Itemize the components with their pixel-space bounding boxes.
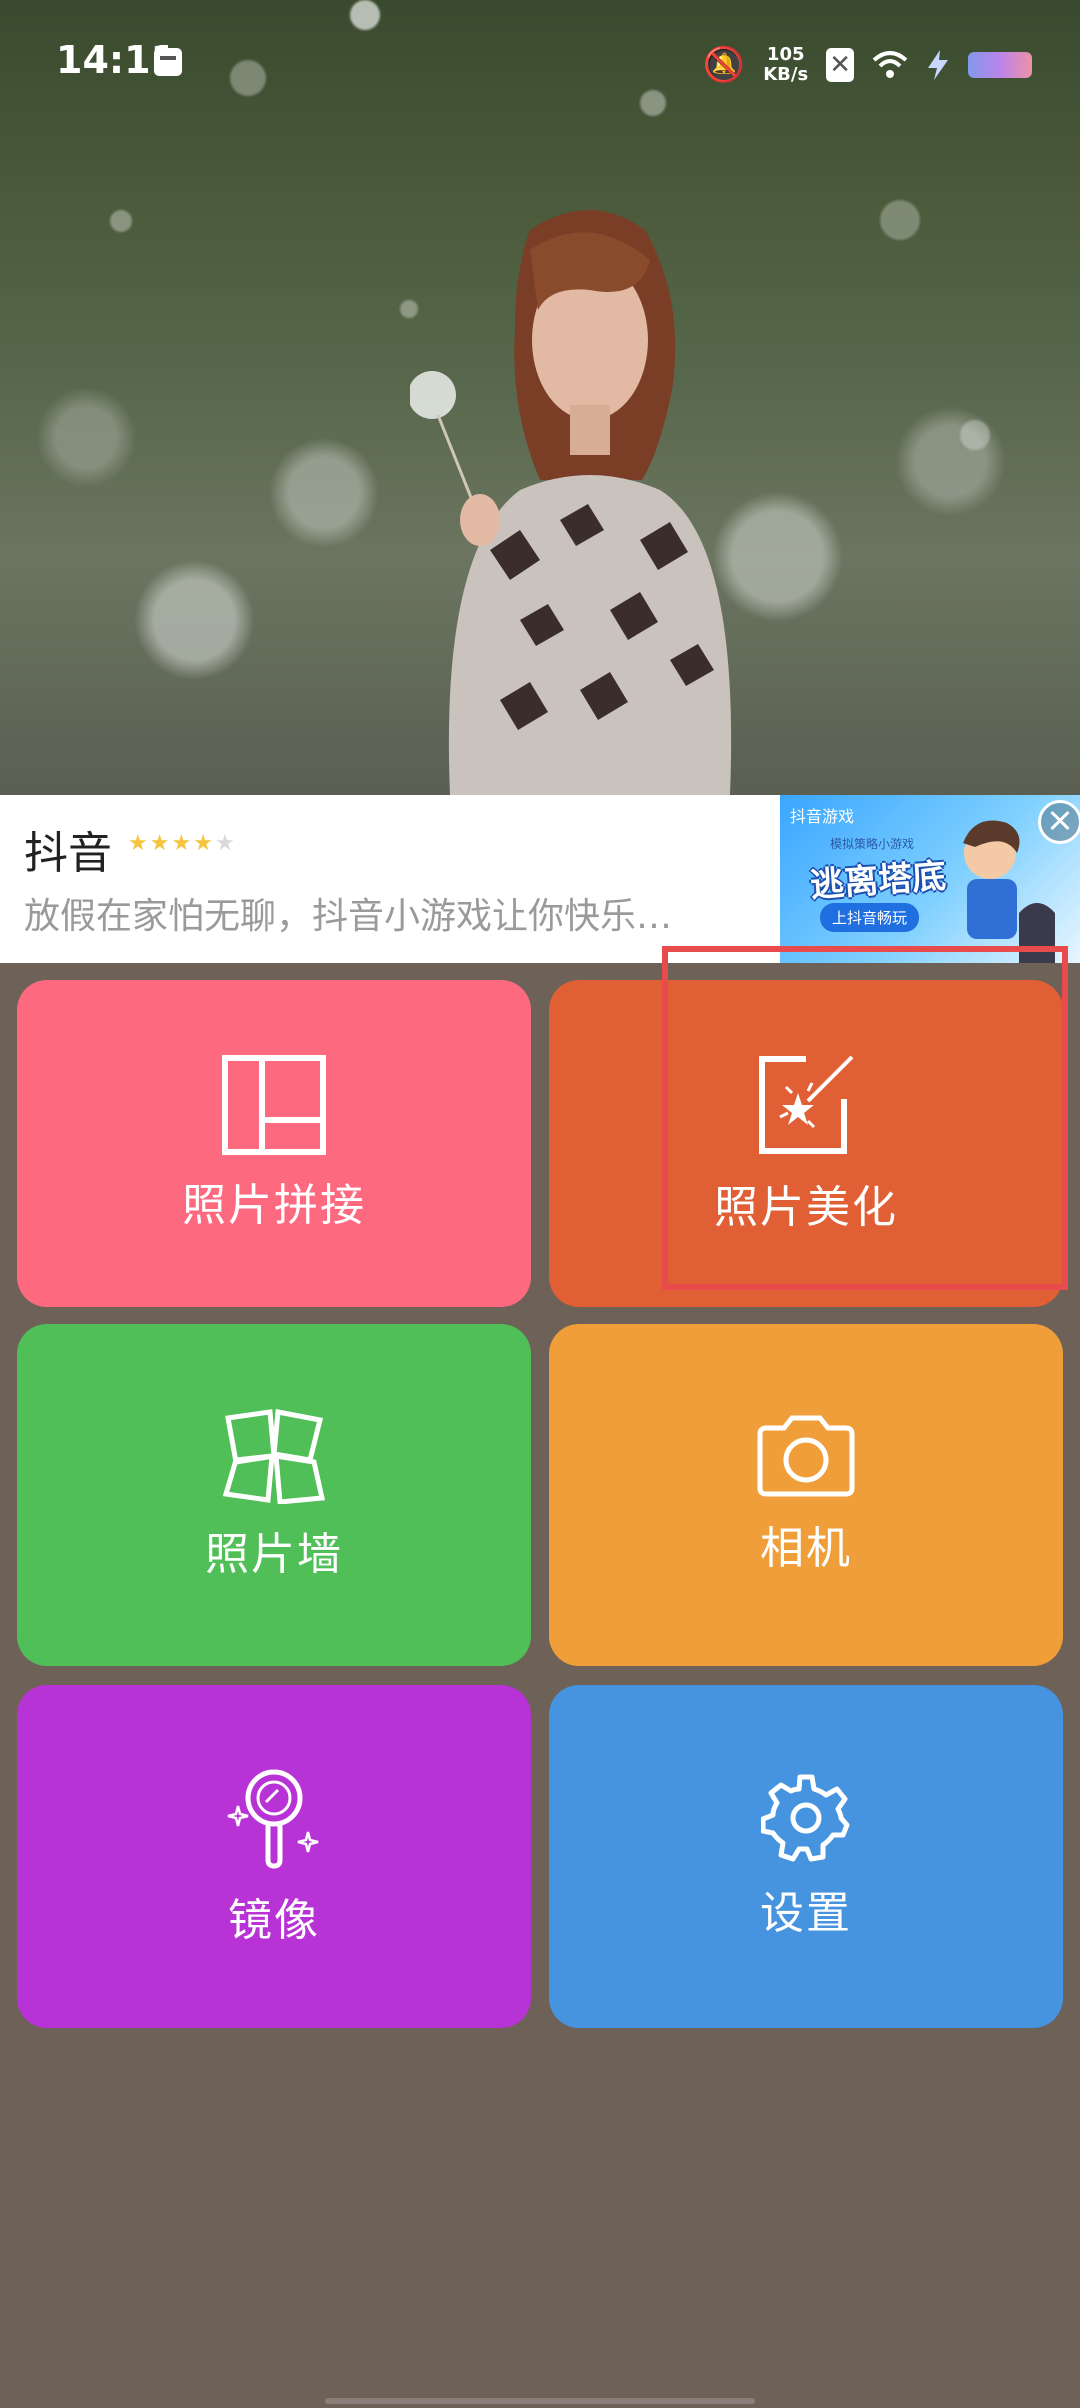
tile-label: 照片墙 — [205, 1529, 343, 1580]
ad-rating-stars: ★★★★★ — [128, 831, 237, 856]
star-empty-icon: ★ — [214, 831, 237, 856]
tile-label: 照片拼接 — [182, 1179, 366, 1231]
mirror-icon — [227, 1769, 319, 1869]
star-icon: ★ — [171, 831, 194, 856]
status-bar: 14:11 🔕 105 KB/s ✕ — [0, 0, 1080, 128]
ad-character-art — [963, 820, 1055, 963]
star-icon: ★ — [193, 831, 215, 856]
tile-label: 相机 — [760, 1523, 852, 1574]
camera-icon — [757, 1415, 855, 1497]
ad-close-button[interactable] — [1038, 800, 1080, 844]
woman-figure — [410, 210, 732, 795]
message-icon — [154, 48, 182, 76]
tile-label: 照片美化 — [714, 1181, 898, 1233]
close-badge-icon: ✕ — [826, 48, 854, 82]
ad-image-game-title: 逃离塔底 — [809, 856, 948, 906]
tile-label: 设置 — [760, 1887, 852, 1939]
mute-bell-icon: 🔕 — [702, 45, 746, 85]
net-speed: 105 KB/s — [763, 45, 808, 85]
collage-icon — [222, 1054, 326, 1155]
tile-photo-beautify[interactable]: 照片美化 — [549, 980, 1063, 1307]
tile-photo-collage[interactable]: 照片拼接 — [17, 980, 531, 1307]
charging-icon — [928, 50, 948, 80]
battery-icon — [968, 52, 1032, 78]
magic-wand-icon — [759, 1055, 854, 1154]
ad-banner[interactable]: 抖音 ★★★★★ 放假在家怕无聊，抖音小游戏让你快乐… 抖音游戏 模拟策略小游戏… — [0, 795, 1080, 963]
star-icon: ★ — [128, 831, 150, 856]
tile-camera[interactable]: 相机 — [549, 1324, 1063, 1666]
home-indicator[interactable] — [325, 2398, 755, 2404]
net-speed-unit: KB/s — [763, 64, 809, 85]
tile-photo-wall[interactable]: 照片墙 — [17, 1324, 531, 1666]
tile-settings[interactable]: 设置 — [549, 1685, 1063, 2028]
status-icons: 🔕 105 KB/s ✕ — [703, 40, 1032, 90]
ad-image-subtitle: 模拟策略小游戏 — [830, 837, 915, 851]
ad-app-name: 抖音 — [24, 828, 112, 879]
wifi-icon — [872, 51, 908, 78]
ad-description: 放假在家怕无聊，抖音小游戏让你快乐… — [24, 896, 673, 937]
ad-image-brand: 抖音游戏 — [790, 807, 855, 826]
star-icon: ★ — [149, 831, 172, 856]
ad-image-cta: 上抖音畅玩 — [820, 903, 920, 932]
gear-icon — [761, 1774, 850, 1861]
tile-mirror[interactable]: 镜像 — [17, 1685, 531, 2028]
tile-label: 镜像 — [228, 1894, 320, 1946]
net-speed-value: 105 — [766, 44, 805, 65]
photo-wall-icon — [222, 1409, 326, 1504]
ad-image[interactable]: 抖音游戏 模拟策略小游戏 逃离塔底 上抖音畅玩 — [780, 795, 1080, 963]
